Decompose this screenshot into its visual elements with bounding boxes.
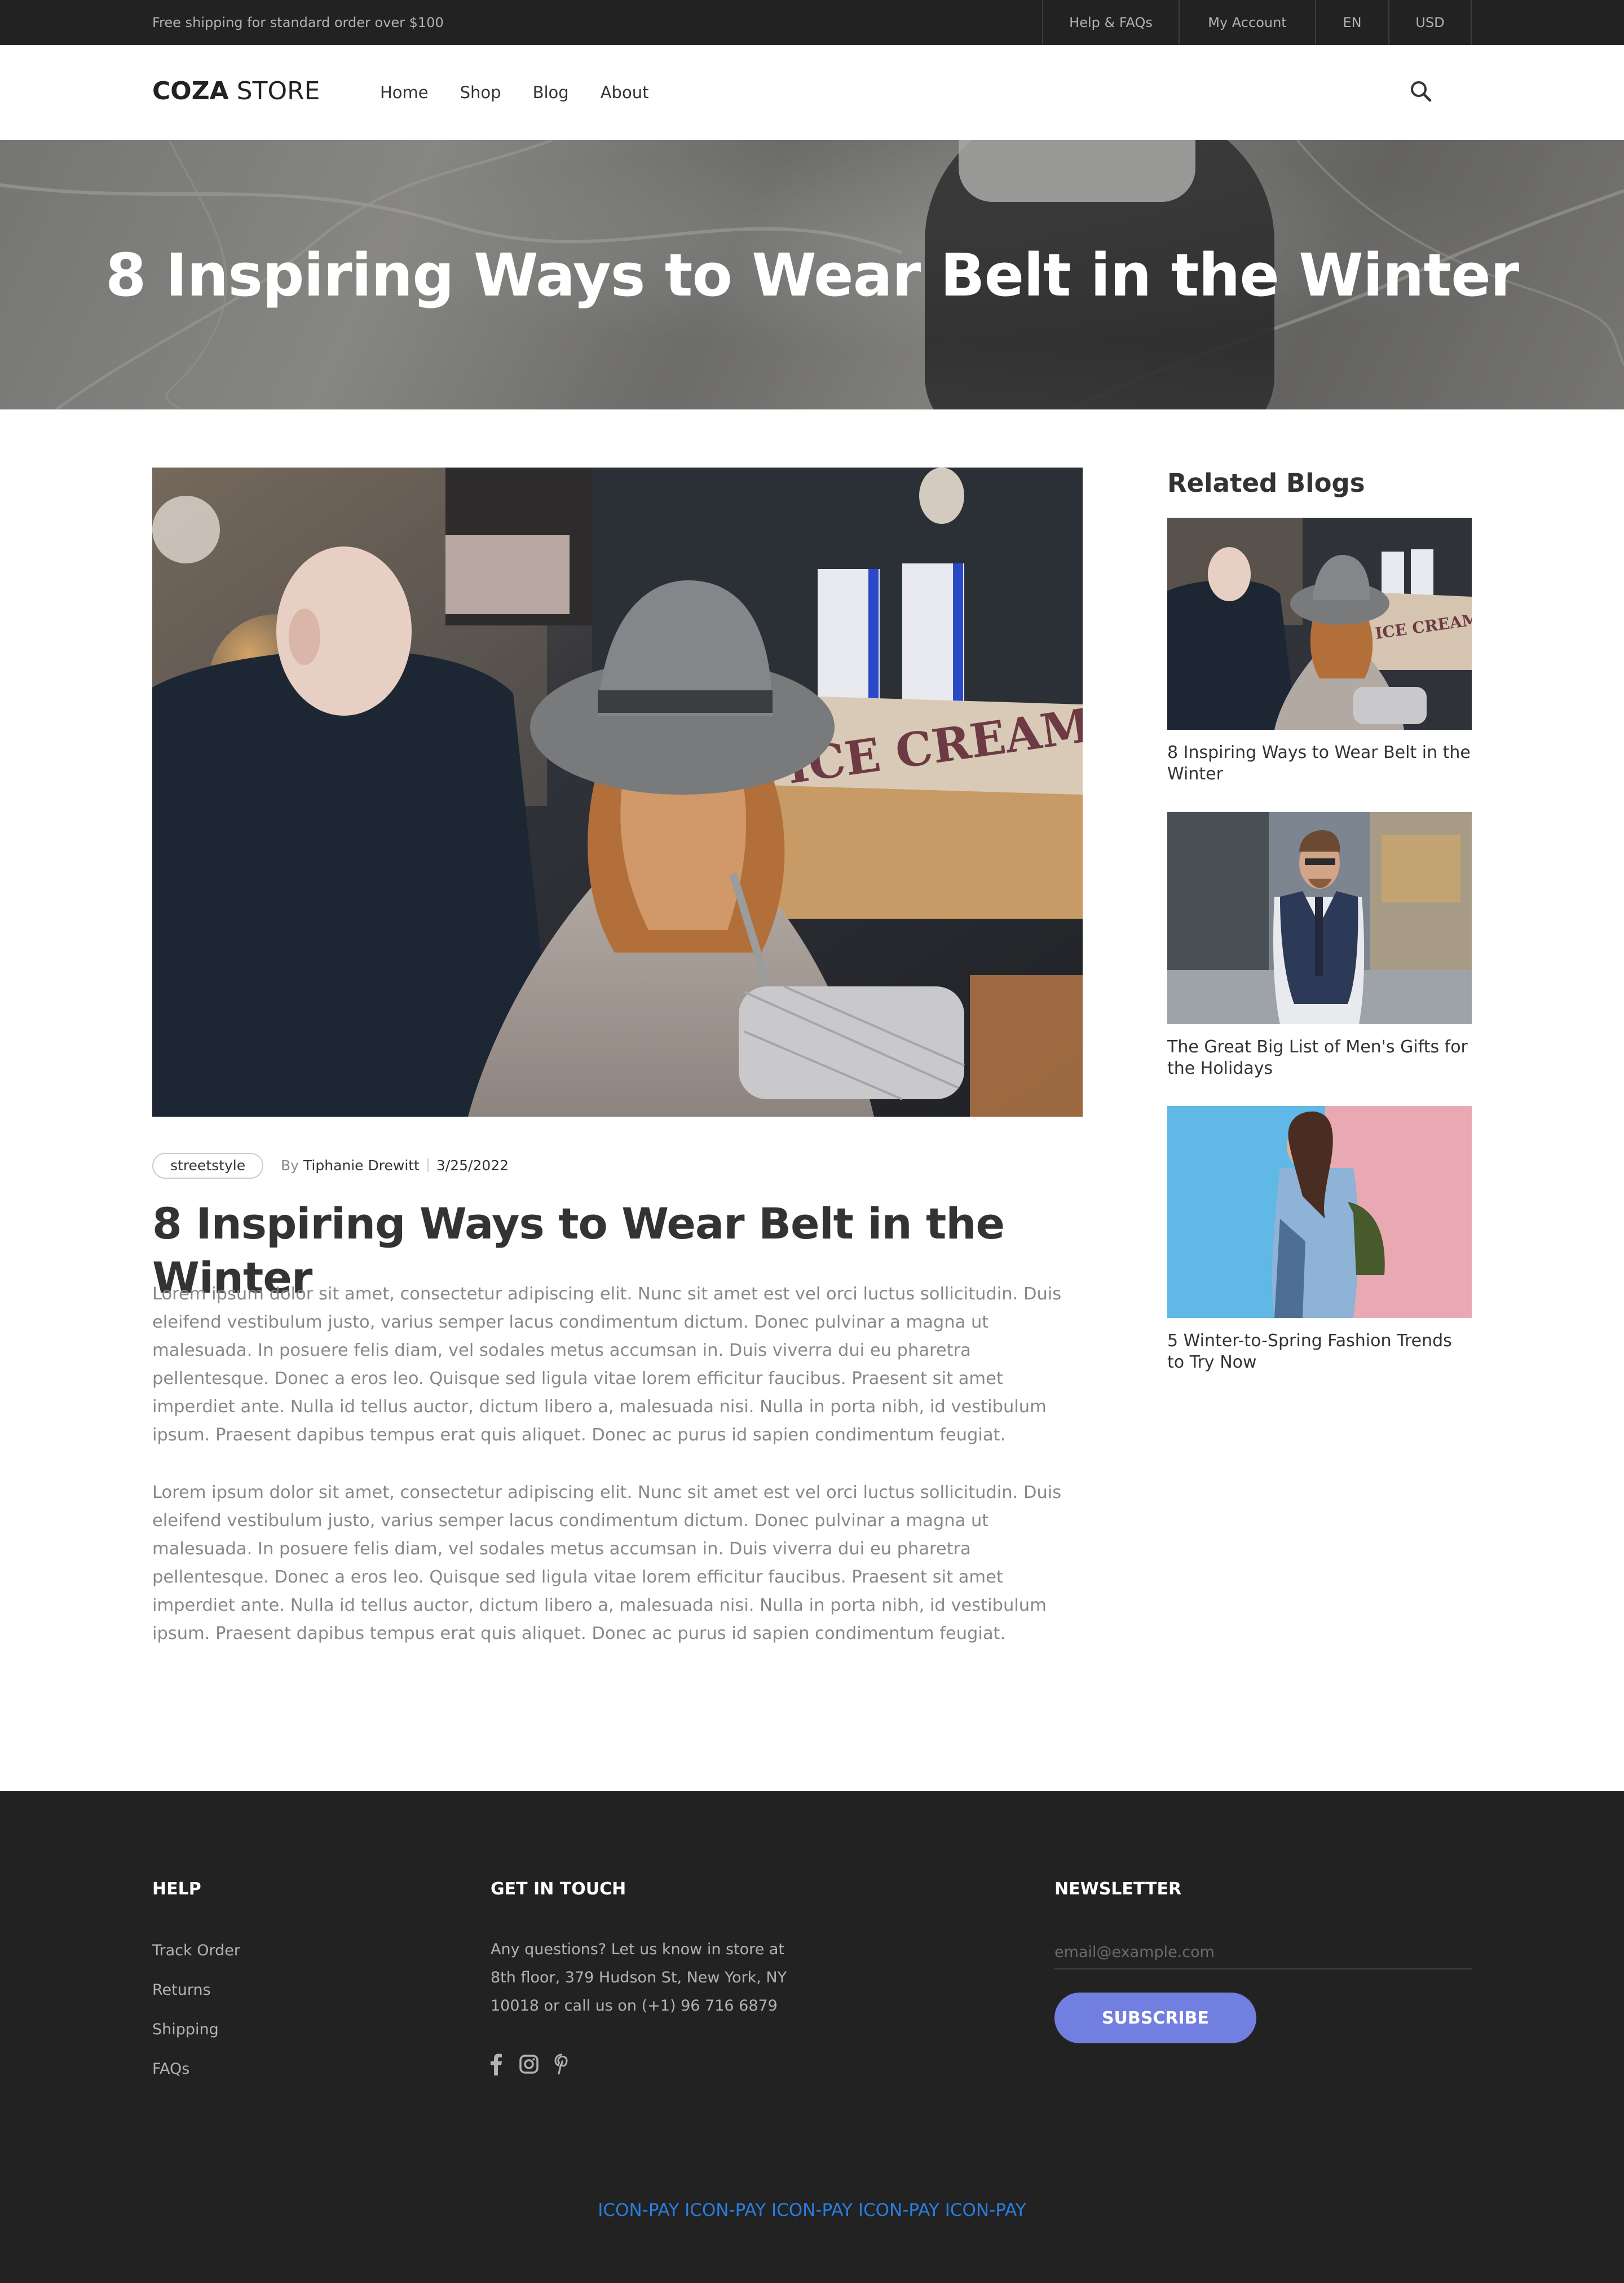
publish-date: 3/25/2022 xyxy=(436,1157,509,1174)
shipping-promo: Free shipping for standard order over $1… xyxy=(152,15,444,30)
article-main-image: ICE CREAM xyxy=(152,468,1083,1117)
footer-newsletter-title: NEWSLETTER xyxy=(1054,1879,1182,1899)
logo-light-text: STORE xyxy=(228,77,320,105)
search-icon xyxy=(1411,81,1432,102)
nav-blog[interactable]: Blog xyxy=(533,83,569,102)
street-couple-photo: ICE CREAM xyxy=(152,468,1083,1117)
related-blog-thumbnail: ICE CREAM xyxy=(1167,518,1472,730)
logo-bold-text: COZA xyxy=(152,77,229,105)
footer-link-returns[interactable]: Returns xyxy=(152,1979,211,2002)
related-blog-item[interactable]: ICE CREAM 8 Inspiring Ways to Wear Belt … xyxy=(1167,518,1472,785)
footer-contact-title: GET IN TOUCH xyxy=(491,1879,626,1899)
language-selector[interactable]: EN xyxy=(1315,0,1388,45)
footer-help-title: HELP xyxy=(152,1879,201,1899)
related-blog-item[interactable]: 5 Winter-to-Spring Fashion Trends to Try… xyxy=(1167,1106,1472,1373)
facebook-icon xyxy=(491,2053,502,2075)
by-label: By xyxy=(281,1157,303,1174)
subscribe-button[interactable]: SUBSCRIBE xyxy=(1054,1993,1256,2043)
store-logo[interactable]: COZA STORE xyxy=(152,77,320,106)
footer-link-track-order[interactable]: Track Order xyxy=(152,1940,240,1962)
newsletter-email-input[interactable] xyxy=(1054,1936,1472,1969)
facebook-link[interactable] xyxy=(489,2053,510,2075)
related-blogs-title: Related Blogs xyxy=(1167,468,1365,498)
payment-icons-placeholder: ICON-PAY ICON-PAY ICON-PAY ICON-PAY ICON… xyxy=(598,2200,1026,2220)
related-blog-caption[interactable]: The Great Big List of Men's Gifts for th… xyxy=(1167,1037,1472,1079)
related-blog-caption[interactable]: 5 Winter-to-Spring Fashion Trends to Try… xyxy=(1167,1330,1472,1373)
article-paragraph: Lorem ipsum dolor sit amet, consectetur … xyxy=(152,1284,1062,1445)
nav-shop[interactable]: Shop xyxy=(460,83,501,102)
top-bar: Free shipping for standard order over $1… xyxy=(0,0,1624,45)
related-blog-item[interactable]: The Great Big List of Men's Gifts for th… xyxy=(1167,812,1472,1079)
instagram-icon xyxy=(519,2055,539,2074)
nav-about[interactable]: About xyxy=(601,83,649,102)
hero-banner: 8 Inspiring Ways to Wear Belt in the Win… xyxy=(0,140,1624,409)
main-nav: Home Shop Blog About xyxy=(380,45,680,140)
my-account-link[interactable]: My Account xyxy=(1179,0,1315,45)
pinterest-link[interactable] xyxy=(554,2053,574,2075)
nav-home[interactable]: Home xyxy=(380,83,429,102)
search-button[interactable] xyxy=(1407,78,1436,106)
footer-contact-text: Any questions? Let us know in store at 8… xyxy=(491,1941,787,2015)
footer-link-faqs[interactable]: FAQs xyxy=(152,2058,189,2081)
instagram-link[interactable] xyxy=(519,2053,539,2075)
meta-divider xyxy=(427,1158,429,1172)
article-tag-streetstyle[interactable]: streetstyle xyxy=(152,1153,264,1179)
author-name[interactable]: Tiphanie Drewitt xyxy=(303,1157,420,1174)
currency-selector[interactable]: USD xyxy=(1388,0,1472,45)
hero-title: 8 Inspiring Ways to Wear Belt in the Win… xyxy=(105,241,1519,310)
footer-link-shipping[interactable]: Shipping xyxy=(152,2018,219,2041)
article-paragraph: Lorem ipsum dolor sit amet, consectetur … xyxy=(152,1483,1062,1643)
related-blog-thumbnail xyxy=(1167,812,1472,1024)
pinterest-icon xyxy=(554,2053,568,2075)
main-header: COZA STORE Home Shop Blog About xyxy=(0,45,1624,140)
help-faqs-link[interactable]: Help & FAQs xyxy=(1042,0,1179,45)
related-blog-caption[interactable]: 8 Inspiring Ways to Wear Belt in the Win… xyxy=(1167,742,1472,785)
related-blog-thumbnail xyxy=(1167,1106,1472,1318)
top-bar-links: Help & FAQs My Account EN USD xyxy=(1042,0,1472,45)
article-meta: By Tiphanie Drewitt 3/25/2022 xyxy=(281,1156,509,1175)
